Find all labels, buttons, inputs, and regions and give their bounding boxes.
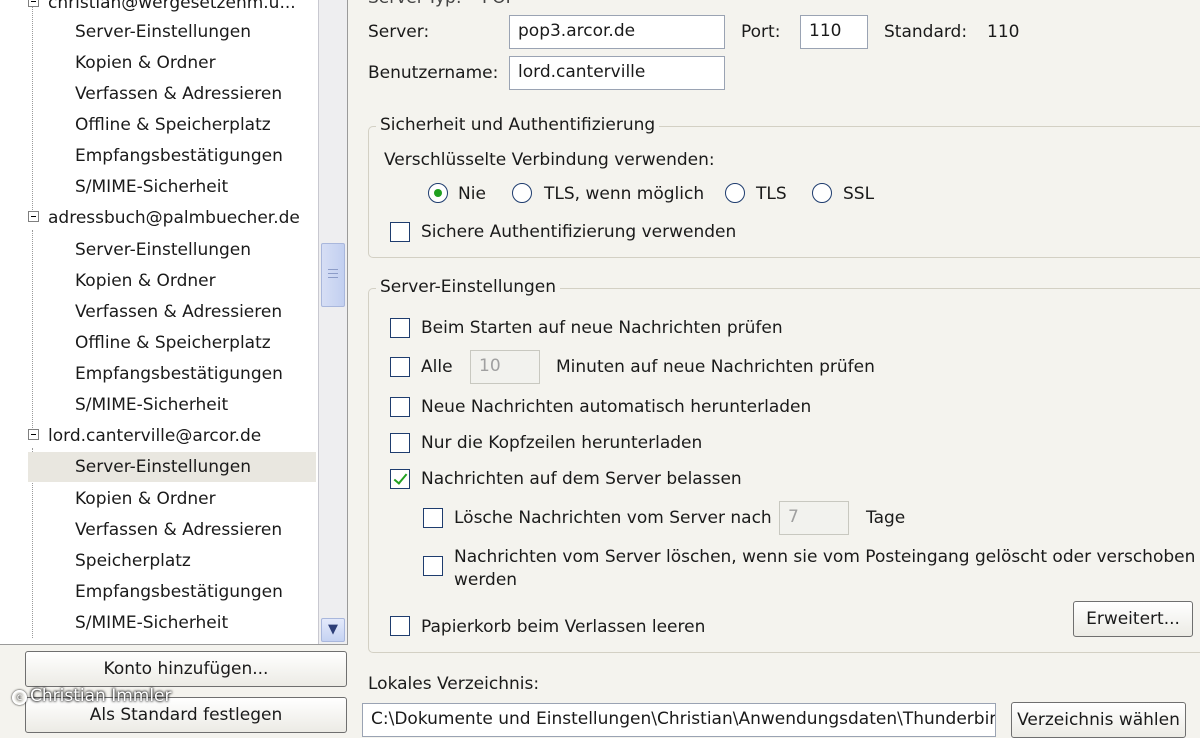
username-input[interactable]: lord.canterville [509,56,725,90]
server-type-value: POP [482,0,516,8]
radio-never-label[interactable]: Nie [458,184,486,204]
add-account-button[interactable]: Konto hinzufügen... [25,651,347,687]
leave-on-server-checkbox[interactable] [390,469,410,489]
tree-item-server-settings-selected[interactable]: Server-Einstellungen [28,452,316,482]
chevron-down-icon[interactable]: ▼ [321,618,345,642]
delete-when-removed-checkbox[interactable] [423,556,443,576]
headers-only-checkbox[interactable] [390,433,410,453]
server-input[interactable]: pop3.arcor.de [509,15,725,49]
standard-port-value: 110 [987,22,1020,42]
copyright-icon: c [12,690,27,705]
standard-label: Standard: [884,22,968,42]
tree-account-lord-canterville[interactable]: lord.canterville@arcor.de [28,423,261,449]
check-interval-input[interactable]: 10 [470,350,540,384]
choose-folder-button[interactable]: Verzeichnis wählen [1011,702,1186,738]
tree-item-smime[interactable]: S/MIME-Sicherheit [28,390,316,420]
radio-ssl[interactable] [812,183,832,203]
local-folder-path-input[interactable]: C:\Dokumente und Einstellungen\Christian… [362,703,996,737]
server-type-label: Server-Typ: [368,0,462,8]
username-label: Benutzername: [368,63,499,83]
tree-item-composition[interactable]: Verfassen & Adressieren [28,79,316,109]
watermark-text: Christian Immler [30,686,172,706]
radio-tls-if-possible-label[interactable]: TLS, wenn möglich [544,184,704,204]
check-every-suffix: Minuten auf neue Nachrichten prüfen [556,357,875,377]
tree-item-copies-folders[interactable]: Kopien & Ordner [28,484,316,514]
tree-item-copies-folders[interactable]: Kopien & Ordner [28,266,316,296]
tree-scrollbar[interactable]: ▼ [318,0,347,644]
tree-item-receipts[interactable]: Empfangsbestätigungen [28,577,316,607]
delete-when-removed-label-line2[interactable]: werden [454,570,517,590]
account-tree[interactable]: christian@wergesetzenm.u... Server-Einst… [0,0,348,645]
account-label: adressbuch@palmbuecher.de [48,208,300,228]
empty-trash-label[interactable]: Papierkorb beim Verlassen leeren [421,617,705,637]
radio-never[interactable] [428,183,448,203]
advanced-button[interactable]: Erweitert... [1073,601,1193,637]
collapse-icon[interactable] [28,429,39,440]
headers-only-label[interactable]: Nur die Kopfzeilen herunterladen [421,433,702,453]
check-every-checkbox[interactable] [390,357,410,377]
tree-item-copies-folders[interactable]: Kopien & Ordner [28,48,316,78]
tree-item-composition[interactable]: Verfassen & Adressieren [28,515,316,545]
tree-account-christian[interactable]: christian@wergesetzenm.u... [28,0,296,16]
delete-when-removed-label-line1[interactable]: Nachrichten vom Server löschen, wenn sie… [454,547,1195,567]
tree-item-receipts[interactable]: Empfangsbestätigungen [28,359,316,389]
local-folder-label: Lokales Verzeichnis: [368,674,540,694]
check-every-prefix[interactable]: Alle [421,357,453,377]
leave-on-server-label[interactable]: Nachrichten auf dem Server belassen [421,469,742,489]
port-label: Port: [741,22,781,42]
tree-item-offline-storage[interactable]: Offline & Speicherplatz [28,110,316,140]
tree-item-server-settings[interactable]: Server-Einstellungen [28,17,316,47]
collapse-icon[interactable] [28,0,39,7]
check-on-start-label[interactable]: Beim Starten auf neue Nachrichten prüfen [421,318,783,338]
check-on-start-checkbox[interactable] [390,318,410,338]
tree-account-adressbuch[interactable]: adressbuch@palmbuecher.de [28,205,300,231]
secure-auth-label[interactable]: Sichere Authentifizierung verwenden [421,222,736,242]
delete-after-days-suffix: Tage [866,508,906,528]
port-input[interactable]: 110 [800,15,868,49]
copyright-watermark: c Christian Immler [12,686,172,706]
auto-download-checkbox[interactable] [390,397,410,417]
tree-item-storage[interactable]: Speicherplatz [28,546,316,576]
empty-trash-checkbox[interactable] [390,616,410,636]
encryption-label: Verschlüsselte Verbindung verwenden: [384,150,715,170]
server-label: Server: [368,22,430,42]
radio-tls-label[interactable]: TLS [756,184,787,204]
account-label: christian@wergesetzenm.u... [48,0,296,13]
scrollbar-thumb[interactable] [321,243,345,307]
tree-item-composition[interactable]: Verfassen & Adressieren [28,297,316,327]
tree-item-offline-storage[interactable]: Offline & Speicherplatz [28,328,316,358]
server-settings-group-title: Server-Einstellungen [376,277,561,297]
collapse-icon[interactable] [28,211,39,222]
security-group-title: Sicherheit und Authentifizierung [376,115,660,135]
radio-tls[interactable] [725,183,745,203]
tree-item-receipts[interactable]: Empfangsbestätigungen [28,141,316,171]
tree-item-smime[interactable]: S/MIME-Sicherheit [28,608,316,638]
delete-after-days-input[interactable]: 7 [779,501,849,535]
delete-after-days-checkbox[interactable] [423,508,443,528]
secure-auth-checkbox[interactable] [390,222,410,242]
tree-item-server-settings[interactable]: Server-Einstellungen [28,235,316,265]
tree-item-smime[interactable]: S/MIME-Sicherheit [28,172,316,202]
auto-download-label[interactable]: Neue Nachrichten automatisch herunterlad… [421,397,811,417]
account-label: lord.canterville@arcor.de [48,426,262,446]
delete-after-days-prefix[interactable]: Lösche Nachrichten vom Server nach [454,508,772,528]
radio-ssl-label[interactable]: SSL [843,184,874,204]
radio-tls-if-possible[interactable] [512,183,532,203]
